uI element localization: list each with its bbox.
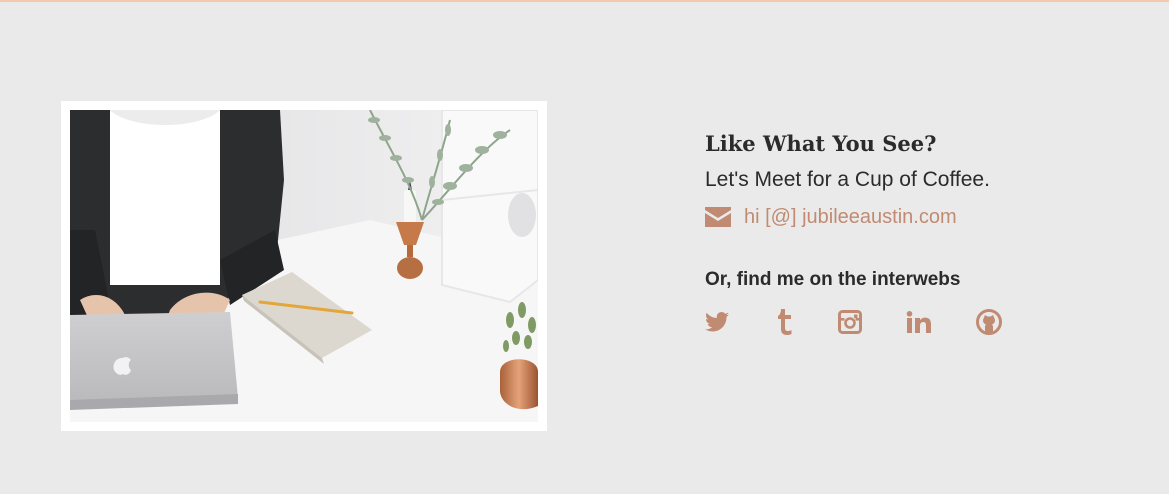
social-heading: Or, find me on the interwebs: [705, 269, 961, 290]
tumblr-icon[interactable]: [771, 308, 799, 336]
github-icon[interactable]: [975, 308, 1003, 336]
linkedin-icon[interactable]: [905, 308, 933, 336]
email-row[interactable]: hi [@] jubileeaustin.com: [705, 202, 1145, 232]
top-border: [0, 0, 1169, 2]
email-link[interactable]: hi [@] jubileeaustin.com: [744, 206, 957, 229]
instagram-icon[interactable]: [836, 308, 864, 336]
workspace-photo: [70, 110, 538, 422]
envelope-icon: [705, 207, 731, 227]
photo-frame: [61, 101, 547, 431]
contact-subline: Let's Meet for a Cup of Coffee.: [705, 168, 990, 191]
contact-headline: Like What You See?: [705, 131, 937, 156]
contact-section: Like What You See? Let's Meet for a Cup …: [705, 128, 1145, 342]
twitter-icon[interactable]: [703, 308, 731, 336]
social-links: [705, 308, 1145, 342]
